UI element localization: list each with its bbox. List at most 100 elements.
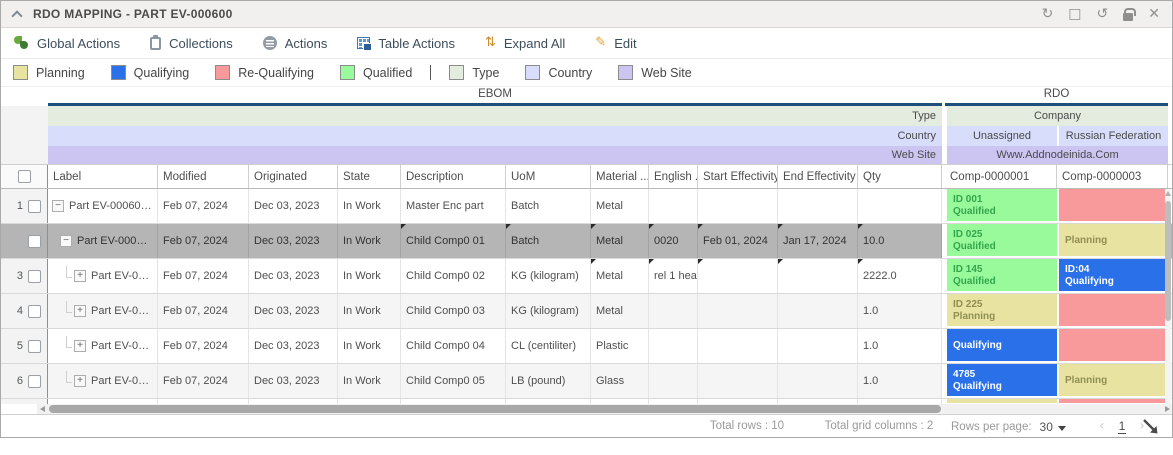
toolbar-item-label: Collections bbox=[169, 36, 233, 51]
column-header-description[interactable]: Description bbox=[401, 165, 506, 188]
row-checkbox[interactable] bbox=[28, 270, 41, 283]
legend-item-qualifying: Qualifying bbox=[111, 65, 190, 80]
rdo-status-cell-planning[interactable]: Planning bbox=[1057, 364, 1168, 398]
rdo-status-cell-requalifying[interactable] bbox=[1057, 294, 1168, 328]
cell-label: +Part EV-000... bbox=[48, 329, 158, 363]
scroll-right-arrow-icon[interactable] bbox=[1165, 406, 1170, 412]
toolbar-actions[interactable]: Actions bbox=[263, 36, 328, 51]
rdo-status-cell-planning[interactable]: Planning bbox=[1057, 224, 1168, 258]
row-checkbox[interactable] bbox=[28, 305, 41, 318]
column-header-qty[interactable]: Qty bbox=[858, 165, 942, 188]
table-row[interactable]: 6+Part EV-000...Feb 07, 2024Dec 03, 2023… bbox=[1, 364, 1172, 399]
attr-row-left-spacer bbox=[1, 146, 48, 164]
column-header-state[interactable]: State bbox=[338, 165, 401, 188]
resize-handle-icon[interactable] bbox=[1141, 417, 1163, 438]
column-header-label[interactable]: Label bbox=[48, 165, 158, 188]
cell-description: Child Comp0 03 bbox=[401, 294, 506, 328]
row-checkbox[interactable] bbox=[28, 200, 41, 213]
table-row[interactable]: −Part EV-000601 AFeb 07, 2024Dec 03, 202… bbox=[1, 224, 1172, 259]
toolbar-edit[interactable]: ✎Edit bbox=[595, 36, 636, 51]
refresh-icon[interactable]: ↻ bbox=[1042, 7, 1054, 21]
rows-per-page: Rows per page: 30 bbox=[951, 420, 1066, 434]
cell-label: +Part EV-000... bbox=[48, 259, 158, 293]
rdo-status-cell-qualified[interactable]: ID 145Qualified bbox=[945, 259, 1057, 293]
row-checkbox[interactable] bbox=[28, 235, 41, 248]
toolbar-expand-all[interactable]: ⇅Expand All bbox=[485, 36, 565, 51]
legend-swatch-country bbox=[525, 65, 540, 80]
rows-per-page-select[interactable]: 30 bbox=[1040, 420, 1066, 434]
lock-icon[interactable] bbox=[1123, 13, 1133, 21]
expand-node-icon[interactable]: + bbox=[74, 305, 86, 317]
row-checkbox[interactable] bbox=[28, 340, 41, 353]
cell-english bbox=[649, 329, 698, 363]
attr-value-www-addnodeinida-com: Www.Addnodeinida.Com bbox=[945, 146, 1168, 164]
column-header-english[interactable]: English ... bbox=[649, 165, 698, 188]
rdo-cell-status: Planning bbox=[953, 311, 1051, 322]
scroll-up-arrow-icon[interactable] bbox=[1165, 191, 1171, 196]
rdo-cell-status: Qualifying bbox=[953, 381, 1051, 392]
column-header-uom[interactable]: UoM bbox=[506, 165, 591, 188]
rdo-status-cell-qualified[interactable]: ID 025Qualified bbox=[945, 224, 1057, 258]
column-header-originated[interactable]: Originated bbox=[249, 165, 338, 188]
scroll-left-arrow-icon[interactable] bbox=[40, 406, 45, 412]
toolbar-collections[interactable]: Collections bbox=[150, 36, 233, 51]
row-number-cell bbox=[1, 224, 48, 258]
legend-label: Qualifying bbox=[134, 66, 190, 80]
table-row[interactable]: 1−Part EV-000600 AFeb 07, 2024Dec 03, 20… bbox=[1, 189, 1172, 224]
previous-page-button[interactable]: ‹ bbox=[1099, 418, 1105, 434]
rdo-status-cell-requalifying[interactable] bbox=[1057, 189, 1168, 223]
rdo-status-cell-qualifying[interactable]: Qualifying bbox=[945, 329, 1057, 363]
column-header-start-effectivity[interactable]: Start Effectivity ... bbox=[698, 165, 778, 188]
rdo-status-cell-qualified[interactable]: ID 001Qualified bbox=[945, 189, 1057, 223]
column-header-modified[interactable]: Modified bbox=[158, 165, 249, 188]
column-header-material[interactable]: Material ... bbox=[591, 165, 649, 188]
row-checkbox[interactable] bbox=[28, 375, 41, 388]
current-page-number[interactable]: 1 bbox=[1118, 419, 1127, 434]
cell-originated: Dec 03, 2023 bbox=[249, 259, 338, 293]
collapse-node-icon[interactable]: − bbox=[52, 200, 64, 212]
toolbar-item-label: Actions bbox=[285, 36, 328, 51]
maximize-icon[interactable]: □ bbox=[1068, 7, 1081, 21]
expand-node-icon[interactable]: + bbox=[74, 340, 86, 352]
cell-originated: Dec 03, 2023 bbox=[249, 294, 338, 328]
vertical-scrollbar-thumb[interactable] bbox=[1165, 201, 1171, 321]
toolbar-global-actions[interactable]: Global Actions bbox=[13, 36, 120, 51]
cell-originated: Dec 03, 2023 bbox=[249, 189, 338, 223]
reset-icon[interactable]: ↺ bbox=[1097, 7, 1109, 21]
rdo-cell-status: Qualified bbox=[953, 206, 1051, 217]
expand-node-icon[interactable]: + bbox=[74, 375, 86, 387]
attr-rows: TypeCompanyCountryUnassignedRussian Fede… bbox=[1, 106, 1172, 164]
toolbar-table-actions[interactable]: Table Actions bbox=[357, 36, 455, 51]
collapse-node-icon[interactable]: − bbox=[60, 235, 72, 247]
horizontal-scrollbar-thumb[interactable] bbox=[49, 405, 941, 413]
cell-english: rel 1 hea... bbox=[649, 259, 698, 293]
cell-end_eff: Jan 17, 2024 bbox=[778, 224, 858, 258]
rdo-cell-id: ID:04 bbox=[1065, 264, 1162, 275]
close-icon[interactable]: ✕ bbox=[1148, 7, 1160, 21]
rdo-status-cell-planning[interactable]: ID 225Planning bbox=[945, 294, 1057, 328]
cell-description: Child Comp0 01 bbox=[401, 224, 506, 258]
table-row[interactable]: 3+Part EV-000...Feb 07, 2024Dec 03, 2023… bbox=[1, 259, 1172, 294]
rdo-status-cell-requalifying[interactable] bbox=[1057, 329, 1168, 363]
toolbar-item-label: Global Actions bbox=[37, 36, 120, 51]
rdo-column-header-comp-0000001[interactable]: Comp-0000001 bbox=[945, 165, 1057, 188]
vertical-scrollbar bbox=[1165, 189, 1171, 404]
table-row[interactable]: 5+Part EV-000...Feb 07, 2024Dec 03, 2023… bbox=[1, 329, 1172, 364]
collapse-panel-icon[interactable] bbox=[11, 10, 22, 21]
row-number: 5 bbox=[17, 340, 23, 352]
part-label: Part EV-000600 A bbox=[69, 200, 152, 212]
rdo-cell-status: Qualified bbox=[953, 276, 1051, 287]
rdo-column-header-comp-0000003[interactable]: Comp-0000003 bbox=[1057, 165, 1168, 188]
tree-connector bbox=[66, 371, 72, 383]
legend-label: Country bbox=[548, 66, 592, 80]
expand-node-icon[interactable]: + bbox=[74, 270, 86, 282]
table-row[interactable]: 4+Part EV-000...Feb 07, 2024Dec 03, 2023… bbox=[1, 294, 1172, 329]
rdo-status-cell-qualifying[interactable]: ID:04Qualifying bbox=[1057, 259, 1168, 293]
column-header-end-effectivity-d[interactable]: End Effectivity D... bbox=[778, 165, 858, 188]
tree-connector bbox=[66, 301, 72, 313]
select-all-checkbox[interactable] bbox=[18, 170, 31, 183]
row-number: 3 bbox=[17, 270, 23, 282]
rdo-status-cell-qualifying[interactable]: 4785Qualifying bbox=[945, 364, 1057, 398]
cell-qty: 2222.0 bbox=[858, 259, 942, 293]
attr-row-web-site: Web SiteWww.Addnodeinida.Com bbox=[1, 146, 1172, 164]
